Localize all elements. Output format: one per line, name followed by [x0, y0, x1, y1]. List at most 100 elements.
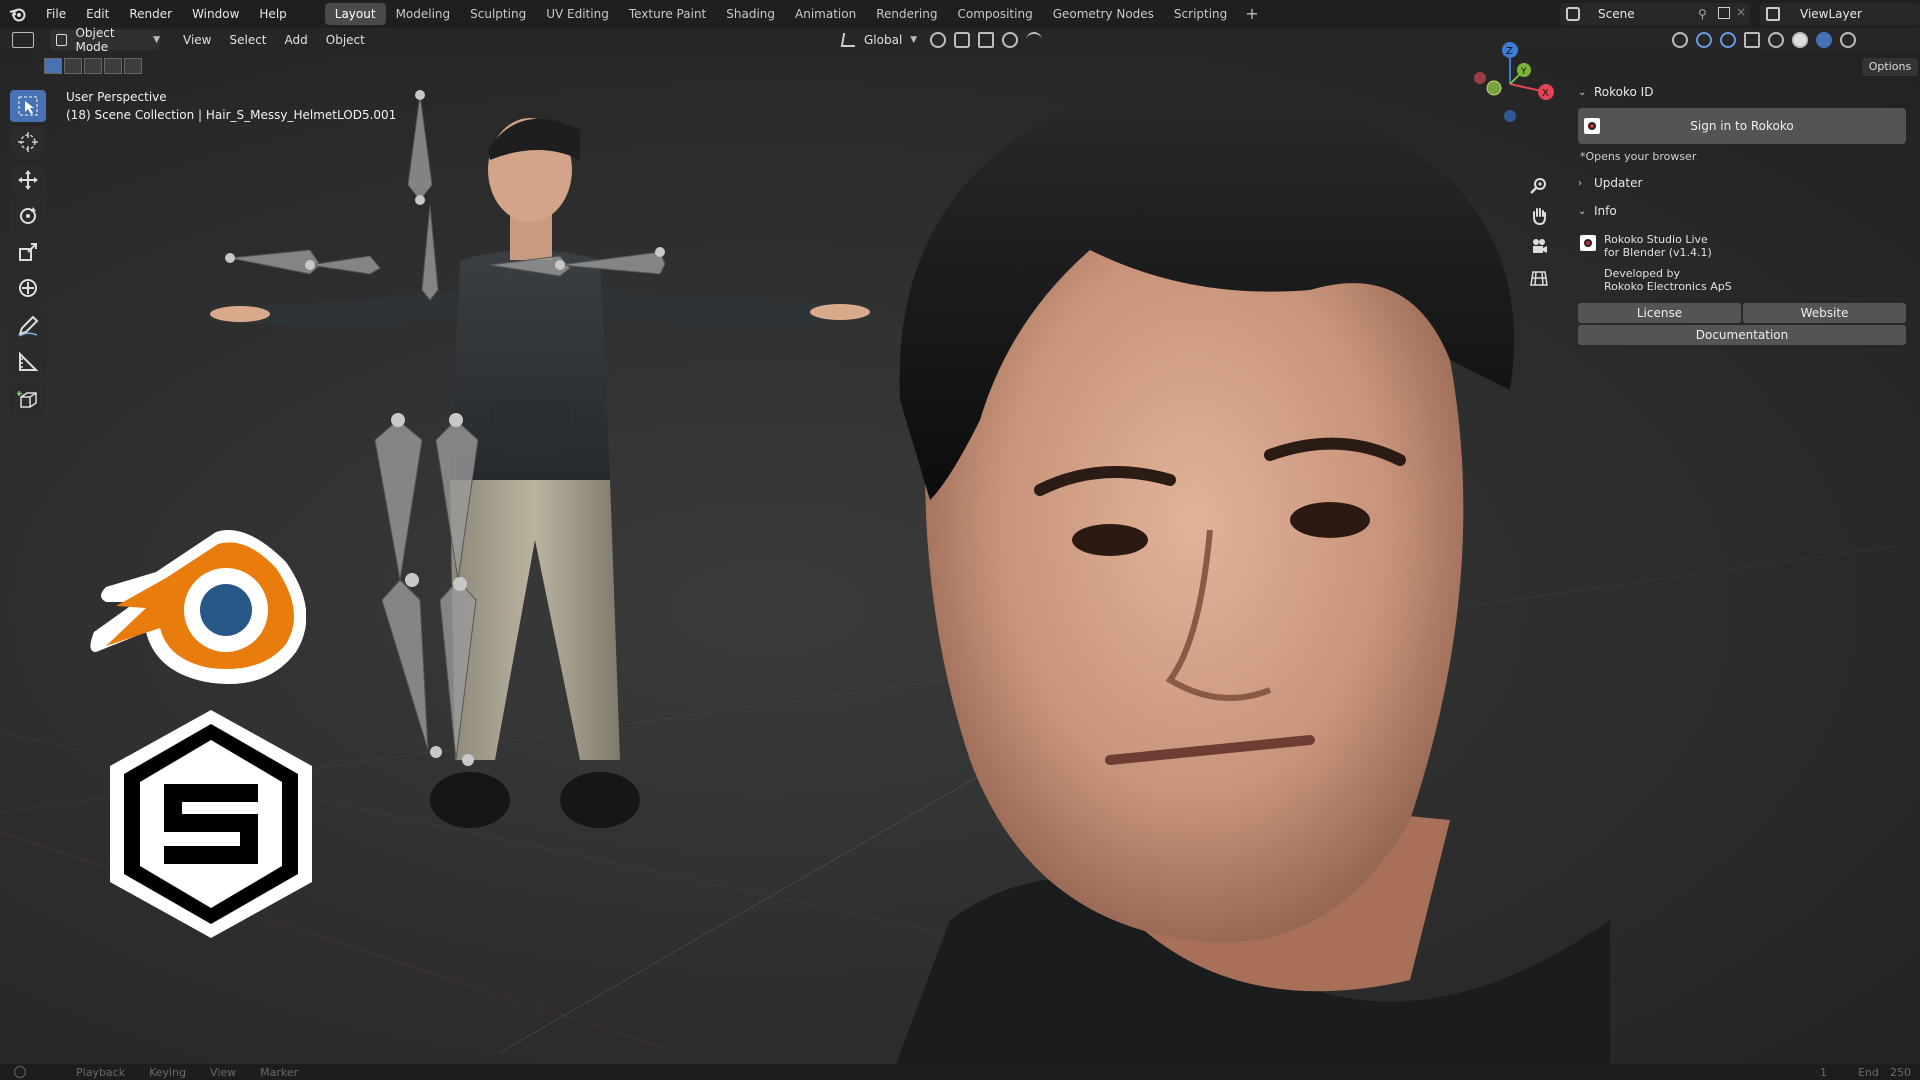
website-button[interactable]: Website	[1743, 303, 1906, 323]
z-axis-label: Z	[1506, 46, 1513, 57]
tab-compositing[interactable]: Compositing	[947, 3, 1042, 25]
scene-icon	[1566, 7, 1580, 21]
menu-window[interactable]: Window	[182, 0, 249, 28]
scale-tool[interactable]	[10, 236, 46, 268]
tab-layout[interactable]: Layout	[324, 3, 386, 25]
transform-orientation-dropdown[interactable]: Global ▼	[840, 30, 917, 50]
cursor-tool[interactable]	[10, 126, 46, 158]
menu-marker[interactable]: Marker	[260, 1066, 298, 1079]
cursor-select-icon	[18, 96, 38, 116]
annotate-tool[interactable]	[10, 310, 46, 342]
tab-animation[interactable]: Animation	[785, 3, 866, 25]
rokoko-icon	[1580, 235, 1596, 251]
overlay-icon[interactable]	[1720, 32, 1736, 48]
rokoko-sidebar-panel: ⌄ Rokoko ID Sign in to Rokoko *Opens you…	[1568, 80, 1908, 360]
tab-texture-paint[interactable]: Texture Paint	[619, 3, 716, 25]
license-button[interactable]: License	[1578, 303, 1741, 323]
info-line: for Blender (v1.4.1)	[1604, 246, 1712, 259]
gizmo-icon[interactable]	[1696, 32, 1712, 48]
pants	[450, 480, 620, 760]
add-workspace-button[interactable]: +	[1237, 3, 1266, 25]
move-tool[interactable]	[10, 164, 46, 196]
solid-shading-icon[interactable]	[1792, 32, 1808, 48]
select-subtract-icon[interactable]	[84, 58, 102, 74]
sign-in-button[interactable]: Sign in to Rokoko	[1578, 108, 1906, 144]
tool-bar	[10, 90, 46, 420]
rokoko-id-header[interactable]: ⌄ Rokoko ID	[1568, 80, 1908, 104]
rotate-icon	[20, 207, 36, 224]
object-mode-dropdown[interactable]: Object Mode ▼	[50, 26, 160, 54]
close-icon[interactable]: ×	[1736, 5, 1746, 19]
menu-help[interactable]: Help	[249, 0, 296, 28]
orientation-icon	[840, 33, 858, 47]
visibility-icon[interactable]	[1672, 32, 1688, 48]
material-shading-icon[interactable]	[1816, 32, 1832, 48]
measure-tool[interactable]	[10, 346, 46, 378]
pan-hand-icon[interactable]	[1525, 202, 1553, 230]
neg-z-axis-icon[interactable]	[1504, 110, 1516, 122]
view-layer-selector[interactable]: ViewLayer	[1760, 3, 1920, 25]
tab-geometry-nodes[interactable]: Geometry Nodes	[1043, 3, 1164, 25]
rendered-shading-icon[interactable]	[1840, 32, 1856, 48]
menu-view[interactable]: View	[174, 33, 220, 47]
add-cube-tool[interactable]	[10, 384, 46, 416]
menu-keying[interactable]: Keying	[149, 1066, 186, 1079]
proportional-edit-icon[interactable]	[1002, 32, 1018, 48]
ortho-grid-icon[interactable]	[1525, 264, 1553, 292]
neg-y-axis-icon[interactable]	[1486, 80, 1502, 96]
select-invert-icon[interactable]	[104, 58, 122, 74]
menu-add[interactable]: Add	[276, 33, 317, 47]
navigation-gizmo[interactable]: Z Y X	[1470, 38, 1560, 128]
current-frame[interactable]: 1	[1820, 1066, 1827, 1079]
neg-x-axis-icon[interactable]	[1474, 72, 1486, 84]
transform-tool[interactable]	[10, 272, 46, 304]
new-scene-icon[interactable]	[1718, 7, 1730, 19]
select-new-icon[interactable]	[44, 58, 62, 74]
select-extend-icon[interactable]	[64, 58, 82, 74]
tab-uv-editing[interactable]: UV Editing	[536, 3, 619, 25]
left-upper-arm-bone	[309, 255, 381, 275]
transform-icon	[19, 279, 37, 297]
tab-rendering[interactable]: Rendering	[866, 3, 947, 25]
editor-type-icon[interactable]	[12, 32, 34, 48]
tab-sculpting[interactable]: Sculpting	[460, 3, 536, 25]
falloff-icon[interactable]	[1026, 32, 1042, 48]
updater-header[interactable]: › Updater	[1568, 171, 1908, 195]
tab-scripting[interactable]: Scripting	[1164, 3, 1237, 25]
info-header[interactable]: ⌄ Info	[1568, 199, 1908, 223]
end-frame[interactable]: 250	[1890, 1066, 1911, 1079]
menu-file[interactable]: File	[36, 0, 76, 28]
blender-logo-icon[interactable]	[0, 0, 36, 28]
scene-selector[interactable]: Scene ⚲ ×	[1560, 3, 1750, 25]
menu-select[interactable]: Select	[220, 33, 275, 47]
snap-target-icon[interactable]	[978, 32, 994, 48]
info-block: Rokoko Studio Live for Blender (v1.4.1) …	[1580, 233, 1908, 293]
select-box-tool[interactable]	[10, 90, 46, 122]
camera-view-icon[interactable]	[1525, 232, 1553, 260]
xray-icon[interactable]	[1744, 32, 1760, 48]
rotate-tool[interactable]	[10, 200, 46, 232]
menu-view[interactable]: View	[210, 1066, 236, 1079]
zoom-icon[interactable]	[1525, 172, 1553, 200]
editor-type-icon[interactable]	[14, 1066, 26, 1078]
documentation-button[interactable]: Documentation	[1578, 325, 1906, 345]
options-dropdown[interactable]: Options	[1862, 58, 1918, 76]
tab-shading[interactable]: Shading	[716, 3, 785, 25]
snap-icon[interactable]	[954, 32, 970, 48]
menu-object[interactable]: Object	[317, 33, 374, 47]
pivot-icon[interactable]	[930, 32, 946, 48]
x-axis-label: X	[1542, 88, 1549, 99]
wireframe-shading-icon[interactable]	[1768, 32, 1784, 48]
chevron-right-icon: ›	[1578, 177, 1582, 189]
rokoko-icon	[1584, 118, 1600, 134]
select-intersect-icon[interactable]	[124, 58, 142, 74]
pin-icon[interactable]: ⚲	[1698, 7, 1707, 21]
left-shin-bone	[381, 579, 429, 751]
view-layer-name: ViewLayer	[1800, 7, 1862, 21]
menu-render[interactable]: Render	[119, 0, 182, 28]
menu-playback[interactable]: Playback	[76, 1066, 125, 1079]
menu-edit[interactable]: Edit	[76, 0, 119, 28]
top-bar: File Edit Render Window Help Layout Mode…	[0, 0, 1920, 28]
hoodie-pocket	[490, 400, 570, 450]
tab-modeling[interactable]: Modeling	[386, 3, 461, 25]
